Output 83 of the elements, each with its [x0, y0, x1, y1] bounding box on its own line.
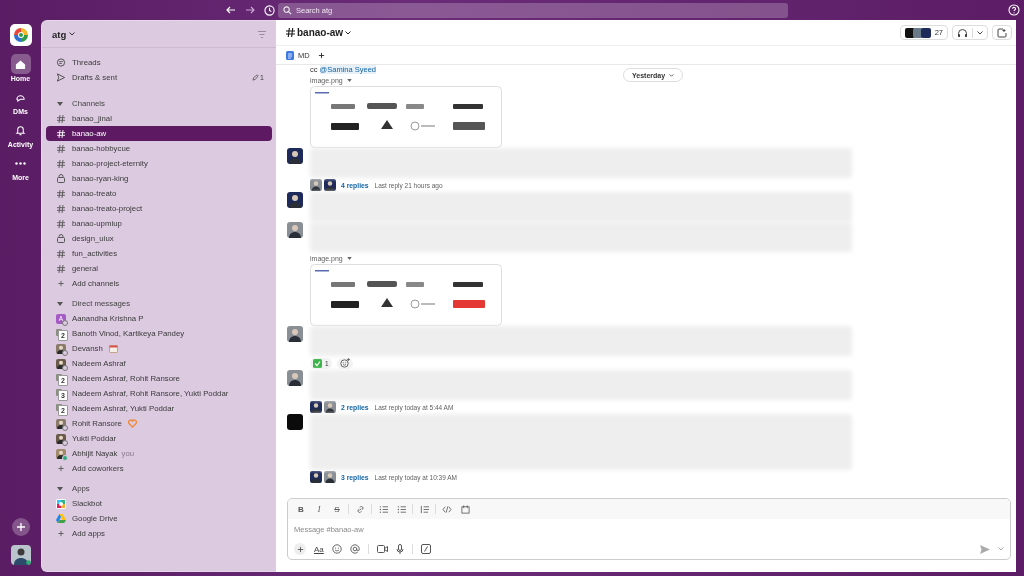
channel-title[interactable]: banao-aw: [297, 27, 344, 38]
bold-button[interactable]: B: [294, 502, 308, 516]
drive-icon: [56, 514, 66, 523]
add-button[interactable]: [11, 518, 30, 536]
link-icon: [355, 504, 365, 514]
workspace-menu[interactable]: atg: [52, 28, 76, 40]
caret-icon: [669, 73, 675, 77]
list-icon: [396, 504, 406, 514]
avatar: [310, 179, 322, 191]
avatar[interactable]: [287, 370, 303, 386]
avatar: [324, 471, 336, 483]
rail-button[interactable]: [10, 54, 31, 74]
avatar[interactable]: [287, 222, 303, 238]
document-icon: [286, 50, 294, 60]
huddle-button[interactable]: [952, 25, 988, 40]
plus-icon[interactable]: [56, 465, 66, 472]
headphones-icon: [957, 27, 968, 38]
hash-icon: [56, 144, 66, 153]
lock-icon: [56, 234, 66, 243]
send-icon: [56, 73, 66, 82]
caret-icon: [977, 30, 983, 35]
avatar: [310, 401, 322, 413]
hash-icon: [56, 264, 66, 273]
attach-button[interactable]: [294, 543, 306, 555]
plus-icon[interactable]: [56, 280, 66, 287]
lock-icon: [56, 174, 66, 183]
workspace-logo[interactable]: [9, 24, 32, 46]
avatar[interactable]: [287, 326, 303, 342]
avatar: [56, 433, 66, 444]
hash-icon: [56, 114, 66, 123]
code-block-icon: [460, 504, 470, 514]
hash-icon: [56, 219, 66, 228]
pencil-icon: [252, 74, 260, 81]
codeblock-button[interactable]: [458, 502, 472, 516]
check-icon: [313, 358, 322, 368]
text-format-button[interactable]: Aa: [314, 544, 324, 554]
avatar: [310, 471, 322, 483]
user-avatar[interactable]: [10, 545, 31, 565]
help-icon[interactable]: [1008, 4, 1020, 16]
plus-icon: [296, 545, 304, 553]
forward-icon[interactable]: [245, 5, 255, 15]
avatar: [324, 401, 336, 413]
more-icon: [15, 161, 26, 165]
shortcut-icon[interactable]: [420, 544, 431, 554]
back-icon[interactable]: [226, 5, 236, 15]
avatar: [56, 418, 66, 429]
home-icon: [15, 58, 26, 70]
plus-icon[interactable]: [56, 530, 66, 537]
emoji-icon[interactable]: [331, 544, 342, 554]
add-reaction-button[interactable]: [336, 357, 353, 369]
mention-icon[interactable]: [349, 544, 360, 554]
new-canvas-icon: [997, 27, 1007, 38]
microphone-icon[interactable]: [395, 544, 404, 554]
avatar: [56, 343, 66, 354]
slackbot-icon: [56, 498, 66, 509]
avatar-stack-icon: [904, 27, 931, 38]
italic-button[interactable]: I: [312, 502, 326, 516]
hash-icon: [56, 159, 66, 168]
canvas-button[interactable]: [992, 25, 1012, 40]
emoji-icon: [339, 358, 350, 368]
avatar: [324, 179, 336, 191]
hash-icon: [56, 204, 66, 213]
list-icon: [378, 504, 388, 514]
history-icon[interactable]: [264, 4, 275, 16]
hash-icon: [286, 28, 295, 37]
strike-button[interactable]: S: [330, 502, 344, 516]
avatar: [56, 448, 66, 459]
caret-icon: [69, 32, 76, 36]
hash-icon: [56, 129, 66, 138]
hash-icon: [56, 249, 66, 258]
add-tab-icon[interactable]: [317, 51, 325, 59]
threads-icon: [56, 58, 66, 67]
avatar[interactable]: [287, 148, 303, 164]
caret-icon[interactable]: [345, 30, 352, 35]
quote-icon: [419, 504, 429, 514]
plus-icon: [15, 522, 26, 532]
search-icon: [283, 5, 292, 15]
bell-icon: [15, 124, 26, 136]
avatar[interactable]: [287, 192, 303, 208]
video-icon[interactable]: [376, 545, 388, 553]
avatar: [56, 358, 66, 369]
hash-icon: [56, 189, 66, 198]
code-icon: [442, 504, 452, 514]
